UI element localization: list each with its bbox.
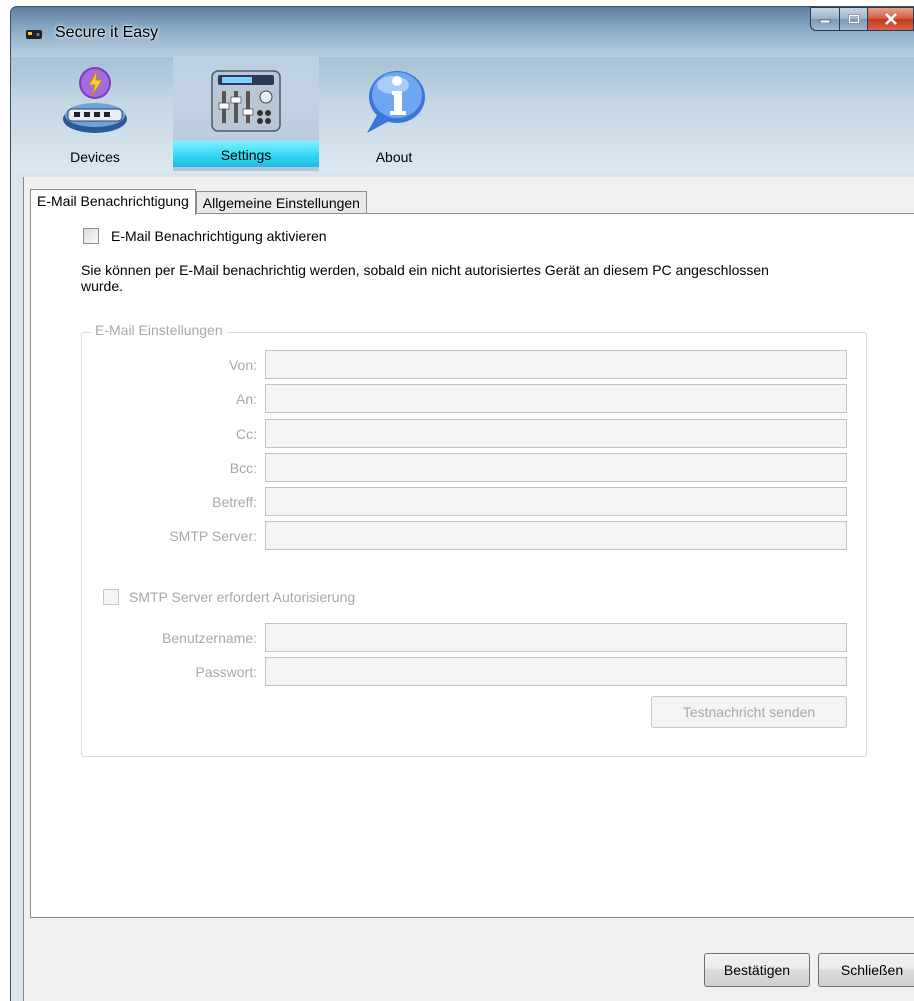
email-tab-panel: E-Mail Benachrichtigung aktivieren Sie k…: [30, 213, 914, 918]
toolbar-about-label: About: [375, 149, 413, 165]
subject-input[interactable]: [265, 487, 847, 516]
tab-general-settings[interactable]: Allgemeine Einstellungen: [195, 191, 367, 215]
app-icon: [26, 30, 42, 39]
email-description: Sie können per E-Mail benachrichtig werd…: [81, 262, 769, 294]
toolbar-about[interactable]: About: [321, 57, 467, 171]
toolbar-devices[interactable]: Devices: [25, 57, 165, 171]
password-input[interactable]: [265, 657, 847, 686]
close-button[interactable]: Schließen: [818, 953, 914, 987]
cc-input[interactable]: [265, 419, 847, 448]
info-bubble-icon: [367, 71, 425, 133]
toolbar-devices-label: Devices: [70, 149, 120, 165]
window-title: Secure it Easy: [55, 24, 159, 41]
username-input[interactable]: [265, 623, 847, 652]
app-window: Secure it Easy Devices Settings About E-…: [10, 6, 914, 1001]
from-label: Von:: [228, 357, 257, 373]
email-settings-group-title: E-Mail Einstellungen: [91, 322, 227, 338]
password-label: Passwort:: [195, 664, 257, 680]
smtp-server-label: SMTP Server:: [169, 528, 257, 544]
cc-label: Cc:: [236, 426, 257, 442]
send-test-message-button[interactable]: Testnachricht senden: [651, 696, 847, 728]
smtp-server-input[interactable]: [265, 521, 847, 550]
title-bar[interactable]: Secure it Easy: [11, 7, 914, 57]
toolbar-settings-label: Settings: [173, 141, 319, 167]
bcc-label: Bcc:: [229, 460, 257, 476]
confirm-button[interactable]: Bestätigen: [704, 953, 810, 987]
close-window-button[interactable]: [868, 7, 914, 31]
close-icon: [884, 13, 897, 25]
toolbar-settings[interactable]: Settings: [173, 57, 319, 171]
to-label: An:: [235, 391, 257, 407]
settings-content: E-Mail Benachrichtigung Allgemeine Einst…: [23, 177, 914, 1001]
minimize-button[interactable]: [810, 7, 840, 31]
tab-strip: E-Mail Benachrichtigung Allgemeine Einst…: [30, 189, 367, 215]
main-toolbar: Devices Settings About: [11, 57, 914, 171]
subject-label: Betreff:: [212, 494, 257, 510]
usb-device-icon: [63, 67, 127, 133]
maximize-icon: [847, 14, 860, 24]
mixer-console-icon: [211, 70, 281, 132]
enable-email-label[interactable]: E-Mail Benachrichtigung aktivieren: [111, 228, 327, 244]
minimize-icon: [819, 19, 831, 23]
bcc-input[interactable]: [265, 453, 847, 482]
username-label: Benutzername:: [162, 630, 257, 646]
tab-email-notification[interactable]: E-Mail Benachrichtigung: [30, 189, 196, 215]
enable-email-checkbox[interactable]: [83, 228, 99, 244]
maximize-button[interactable]: [840, 7, 868, 31]
smtp-auth-label[interactable]: SMTP Server erfordert Autorisierung: [129, 589, 355, 605]
from-input[interactable]: [265, 350, 847, 379]
to-input[interactable]: [265, 384, 847, 413]
smtp-auth-checkbox[interactable]: [103, 589, 119, 605]
